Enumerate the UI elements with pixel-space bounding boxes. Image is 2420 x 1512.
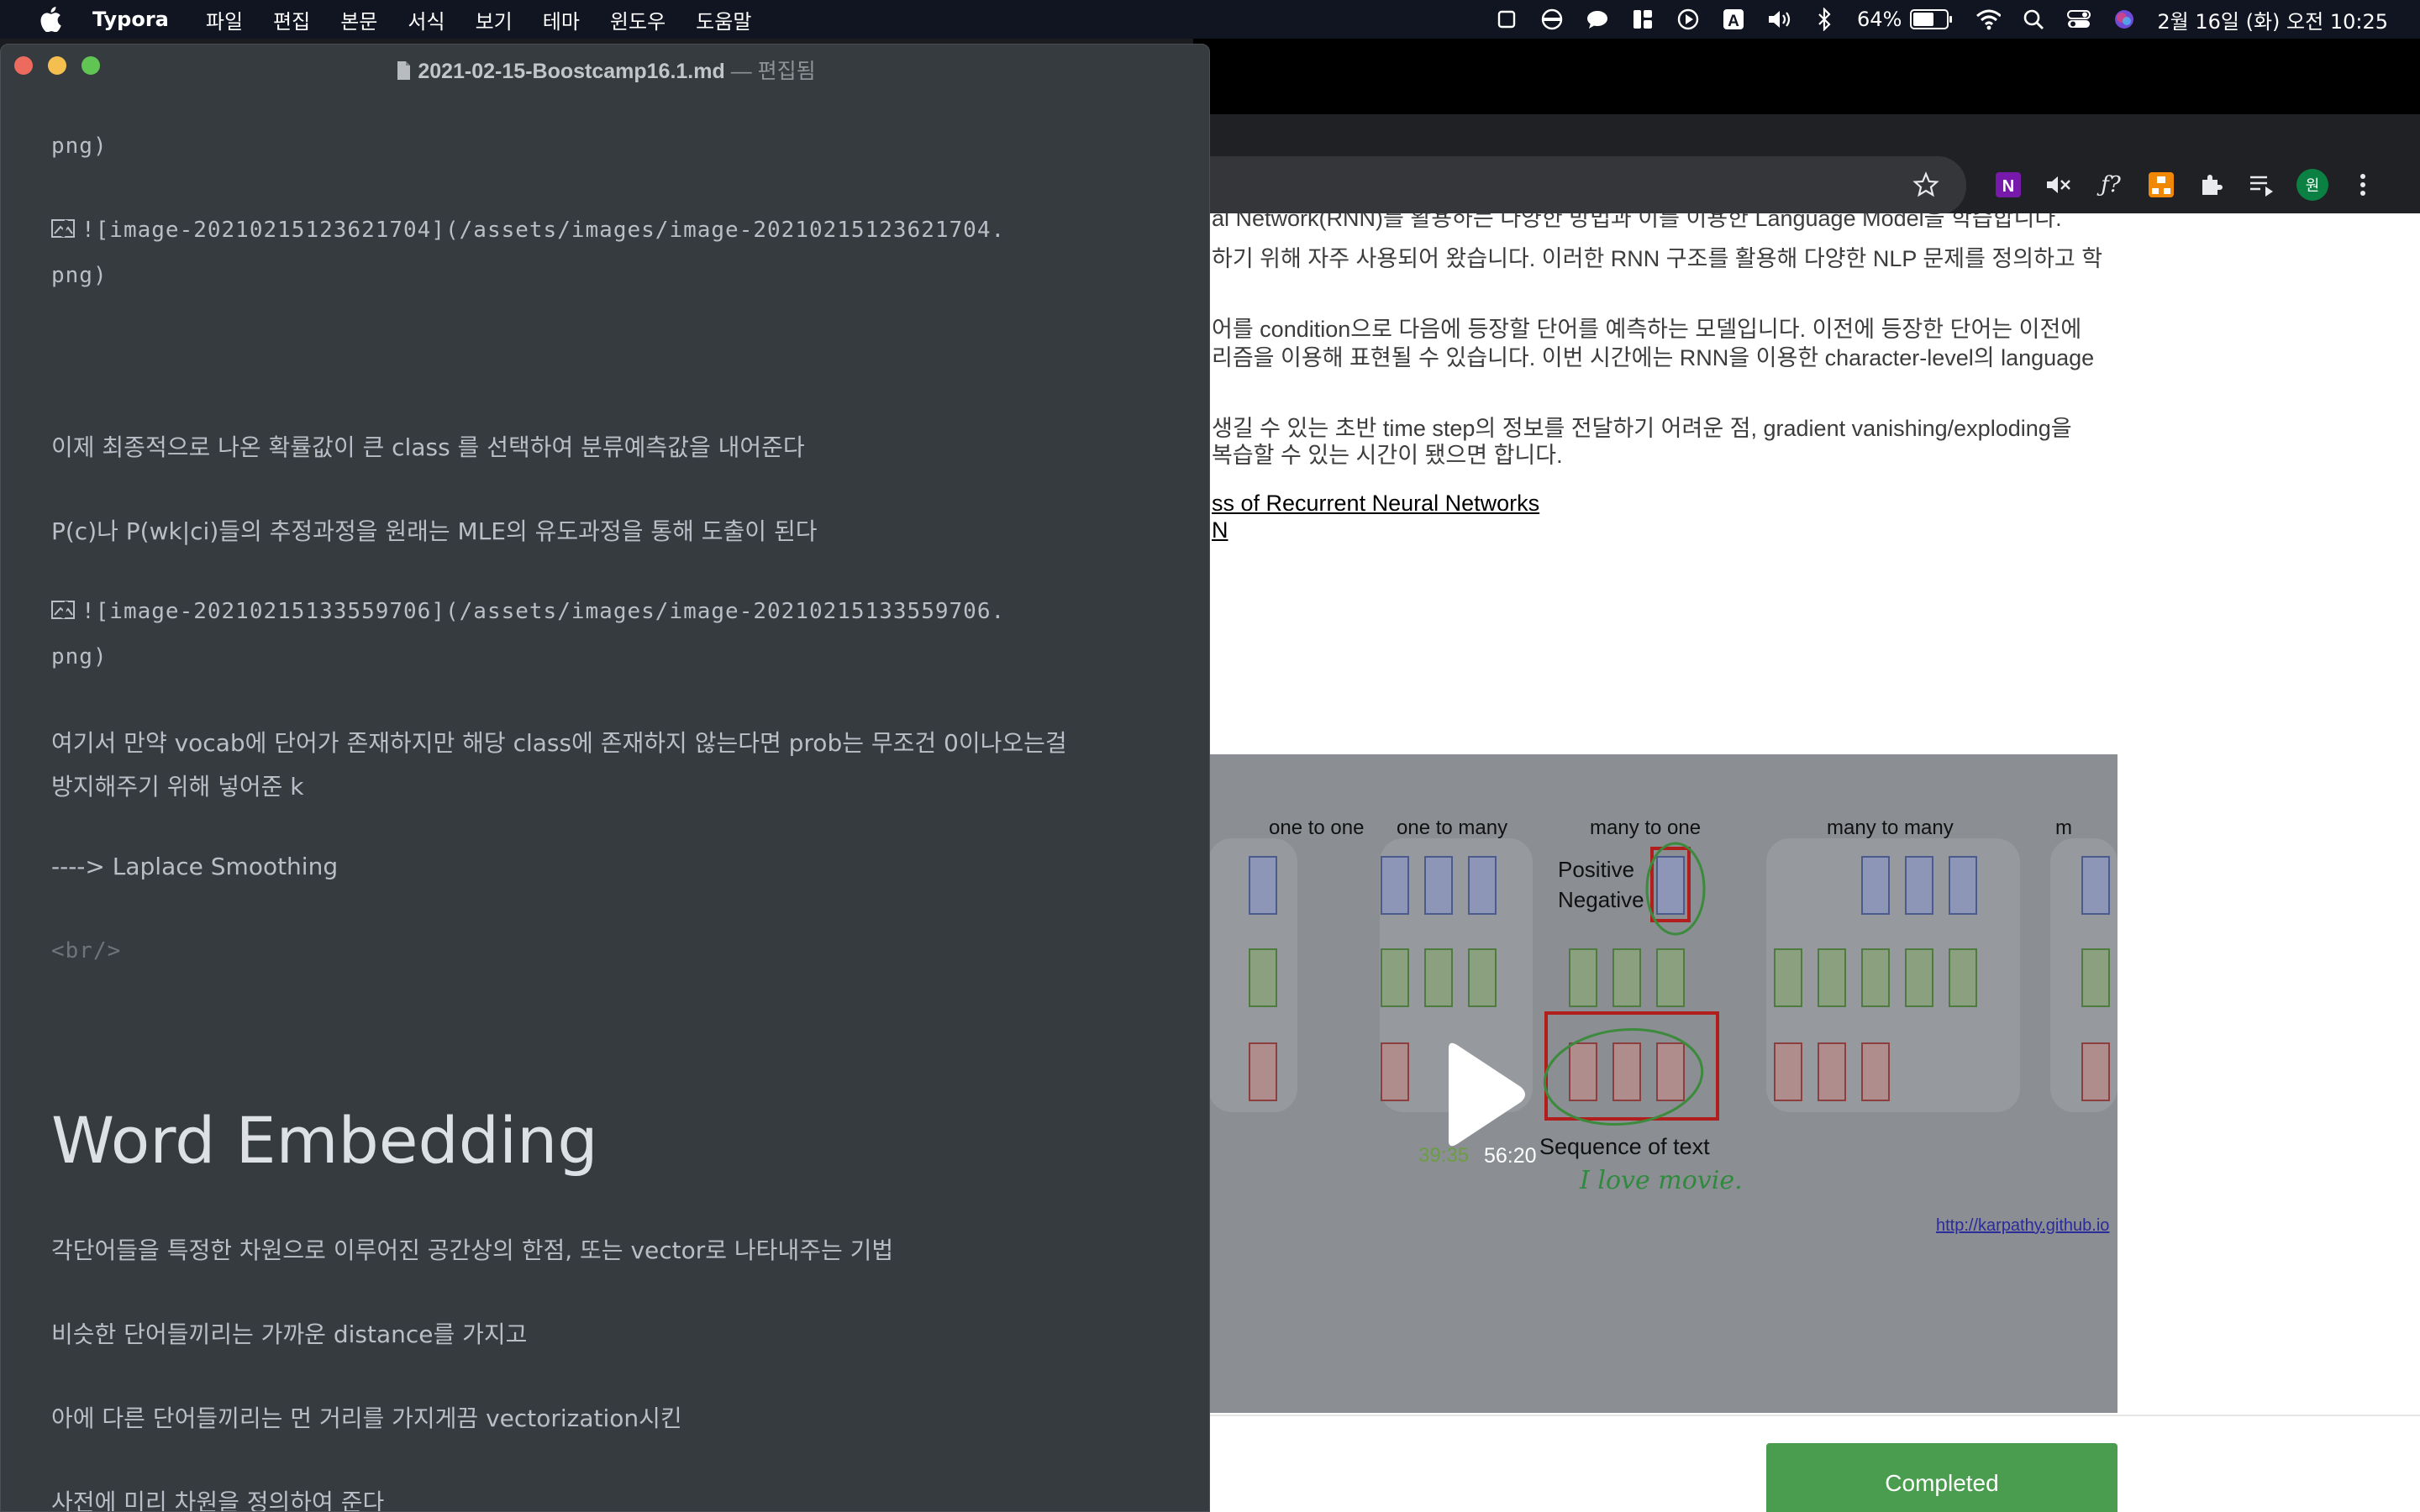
- md-paragraph-dimension[interactable]: 사전에 미리 차원을 정의하여 준다: [51, 1484, 384, 1511]
- lecture-intro-line-6: 복습할 수 있는 시간이 됐으면 합니다.: [1212, 443, 1563, 468]
- menubar-clock[interactable]: 2월 16일 (화) 오전 10:25: [2157, 5, 2388, 34]
- profile-avatar[interactable]: 원: [2294, 166, 2331, 203]
- md-paragraph-similar[interactable]: 비슷한 단어들끼리는 가까운 distance를 가지고: [51, 1316, 527, 1350]
- profile-initial: 원: [2306, 177, 2320, 195]
- menu-paragraph[interactable]: 본문: [340, 5, 377, 34]
- video-total-time: 56:20: [1484, 1144, 1537, 1168]
- menu-file[interactable]: 파일: [206, 5, 243, 34]
- bluetooth-icon[interactable]: [1812, 7, 1837, 32]
- address-bar[interactable]: [1193, 156, 1966, 215]
- label-many-to-many: many to many: [1827, 816, 1954, 839]
- md-paragraph-laplace[interactable]: ----> Laplace Smoothing: [51, 853, 338, 880]
- md-image-2-source: ![image-20210215133559706](/assets/image…: [82, 599, 1006, 624]
- lecture-intro-line-4: 리즘을 이용해 표현될 수 있습니다. 이번 시간에는 RNN을 이용한 cha…: [1212, 345, 2095, 370]
- mute-tab-icon[interactable]: [2040, 166, 2077, 203]
- slide-handwriting: I love movie.: [1580, 1166, 1743, 1195]
- md-image-line-2[interactable]: ![image-20210215133559706](/assets/image…: [51, 599, 1005, 624]
- input-source-icon[interactable]: A: [1721, 7, 1746, 32]
- md-png-tail-3[interactable]: png): [51, 644, 108, 669]
- extensions-puzzle-icon[interactable]: [2193, 166, 2230, 203]
- document-file-icon: [396, 60, 418, 83]
- menu-theme[interactable]: 테마: [543, 5, 580, 34]
- label-negative: Negative: [1558, 887, 1644, 912]
- video-play-icon[interactable]: [1437, 1040, 1529, 1149]
- lecture-intro-line-1: al Network(RNN)를 활용하는 다양한 방법과 이를 이용한 Lan…: [1212, 213, 2062, 231]
- reference-link-2[interactable]: N: [1212, 517, 1228, 543]
- md-png-tail-2[interactable]: png): [51, 263, 108, 288]
- browser-toolbar: N ƒ? 원: [1193, 114, 2420, 215]
- media-play-icon[interactable]: [1676, 7, 1701, 32]
- label-m-partial: m: [2055, 816, 2072, 839]
- typora-titlebar[interactable]: 2021-02-15-Boostcamp16.1.md — 편집됨: [1, 45, 1209, 87]
- md-paragraph-vocab-line-1[interactable]: 여기서 만약 vocab에 단어가 존재하지만 해당 class에 존재하지 않…: [51, 725, 1067, 759]
- rnn-architecture-slide: one to one one to many many to one many …: [1193, 754, 2118, 1413]
- typora-window: 2021-02-15-Boostcamp16.1.md — 편집됨 png) !…: [0, 44, 1210, 1512]
- reference-link-rnn[interactable]: ss of Recurrent Neural Networks: [1212, 491, 1539, 517]
- md-paragraph-select-class[interactable]: 이제 최종적으로 나온 확률값이 큰 class 를 선택하여 분류예측값을 내…: [51, 429, 805, 463]
- onenote-extension-icon[interactable]: N: [1990, 166, 2027, 203]
- md-paragraph-mle[interactable]: P(c)나 P(wk|ci)들의 추정과정을 원래는 MLE의 유도과정을 통해…: [51, 513, 817, 547]
- control-center-icon[interactable]: [2066, 7, 2091, 32]
- browser-tab-strip: [1193, 39, 2420, 114]
- browser-menu-icon[interactable]: [2344, 166, 2381, 203]
- menubar: Typora 파일 편집 본문 서식 보기 테마 윈도우 도움말 A 64% 2…: [0, 0, 2420, 39]
- lecture-intro-line-5: 생길 수 있는 초반 time step의 정보를 전달하기 어려운 점, gr…: [1212, 416, 2072, 441]
- browser-window: N ƒ? 원 al Network(RNN)를 활용하는 다양한 방법과 이를 …: [1193, 39, 2420, 1512]
- window-title: 2021-02-15-Boostcamp16.1.md — 편집됨: [1, 55, 1209, 85]
- window-title-filename: 2021-02-15-Boostcamp16.1.md: [418, 60, 725, 83]
- battery-icon[interactable]: [1910, 9, 1953, 29]
- diagram-extension-icon[interactable]: [2143, 166, 2180, 203]
- lecture-video-player[interactable]: one to one one to many many to one many …: [1193, 754, 2118, 1413]
- formula-extension-icon[interactable]: ƒ?: [2092, 166, 2129, 203]
- broken-image-icon: [51, 600, 76, 620]
- content-divider: [1193, 1415, 2420, 1416]
- lecture-intro-line-3: 어를 condition으로 다음에 등장할 단어를 예측하는 모델입니다. 이…: [1212, 317, 2082, 342]
- menu-window[interactable]: 윈도우: [610, 5, 666, 34]
- label-many-to-one: many to one: [1590, 816, 1701, 839]
- md-image-line-1[interactable]: ![image-20210215123621704](/assets/image…: [51, 218, 1005, 243]
- menu-edit[interactable]: 편집: [273, 5, 310, 34]
- focus-mode-icon[interactable]: [1539, 7, 1565, 32]
- apple-menu-icon[interactable]: [35, 4, 66, 34]
- wifi-icon[interactable]: [1975, 7, 2002, 32]
- reading-list-icon[interactable]: [2244, 166, 2281, 203]
- menu-help[interactable]: 도움말: [696, 5, 751, 34]
- siri-icon[interactable]: [2112, 7, 2137, 32]
- md-paragraph-vocab-line-2[interactable]: 방지해주기 위해 넣어준 k: [51, 769, 304, 802]
- battery-percent: 64%: [1857, 8, 1902, 31]
- menu-format[interactable]: 서식: [408, 5, 445, 34]
- md-png-tail-1[interactable]: png): [51, 134, 108, 159]
- messages-icon[interactable]: [1585, 7, 1610, 32]
- window-tiling-icon[interactable]: [1630, 7, 1655, 32]
- video-current-time: 39:35: [1418, 1144, 1470, 1167]
- menu-view[interactable]: 보기: [476, 5, 513, 34]
- slide-source-link[interactable]: http://karpathy.github.io: [1936, 1216, 2114, 1236]
- bookmark-star-icon[interactable]: [1909, 168, 1943, 202]
- lecture-page-content: al Network(RNN)를 활용하는 다양한 방법과 이를 이용한 Lan…: [1193, 213, 2420, 1512]
- volume-icon[interactable]: [1766, 7, 1791, 32]
- md-paragraph-embedding-def[interactable]: 각단어들을 특정한 차원으로 이루어진 공간상의 한점, 또는 vector로 …: [51, 1232, 893, 1266]
- label-one-to-one: one to one: [1269, 816, 1364, 839]
- broken-image-icon: [51, 218, 76, 239]
- window-title-status: 편집됨: [757, 60, 816, 83]
- md-paragraph-different[interactable]: 아에 다른 단어들끼리는 먼 거리를 가지게끔 vectorization시킨: [51, 1400, 682, 1434]
- battery-level-fill: [1913, 13, 1934, 26]
- screen-record-icon[interactable]: [1494, 7, 1519, 32]
- window-title-separator: —: [724, 60, 758, 83]
- lecture-intro-line-2: 하기 위해 자주 사용되어 왔습니다. 이러한 RNN 구조를 활용해 다양한 …: [1212, 246, 2103, 271]
- label-positive: Positive: [1558, 857, 1634, 882]
- completed-button[interactable]: Completed: [1766, 1443, 2118, 1512]
- md-heading-word-embedding[interactable]: Word Embedding: [51, 1103, 598, 1178]
- md-image-1-source: ![image-20210215123621704](/assets/image…: [82, 218, 1006, 243]
- spotlight-search-icon[interactable]: [2021, 7, 2046, 32]
- status-area: A 64% 2월 16일 (화) 오전 10:25: [1474, 0, 2388, 39]
- svg-text:A: A: [1728, 13, 1739, 30]
- label-one-to-many: one to many: [1397, 816, 1507, 839]
- svg-text:N: N: [2002, 177, 2014, 196]
- slide-caption-sequence: Sequence of text: [1539, 1134, 1710, 1159]
- md-html-br[interactable]: <br/>: [51, 938, 121, 963]
- menu-app-name[interactable]: Typora: [92, 8, 169, 31]
